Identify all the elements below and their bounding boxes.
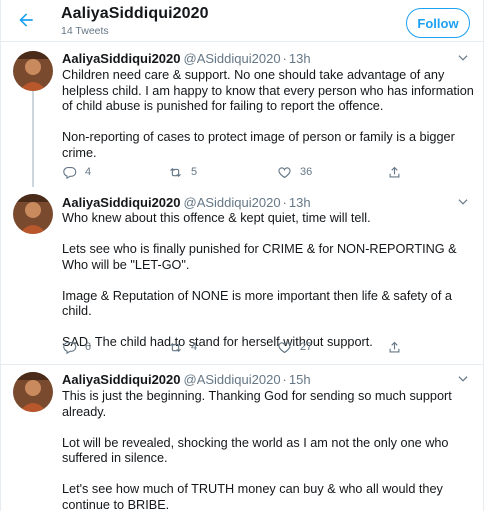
display-name[interactable]: AaliyaSiddiqui2020 [62,51,181,66]
tweet-paragraph: Image & Reputation of NONE is more impor… [62,288,452,319]
tweet-text: Children need care & support. No one sho… [62,68,474,161]
reply-button[interactable]: 4 [62,164,91,180]
reply-count: 4 [85,166,92,178]
timestamp[interactable]: 13h [289,51,311,66]
reply-icon [63,341,77,354]
tweet-paragraph: Children need care & support. No one sho… [62,68,474,113]
back-arrow-icon [19,13,33,27]
tweet-paragraph: Lets see who is finally punished for CRI… [62,242,457,272]
retweet-icon [170,167,181,177]
timestamp[interactable]: 13h [289,195,311,210]
avatar-image [13,194,53,234]
tweet[interactable]: AaliyaSiddiqui2020 @ASiddiqui2020 · 13h Who… [1,187,483,365]
tweet-paragraph: Non-reporting of cases to protect image … [62,130,455,160]
retweet-icon [170,342,181,352]
share-icon [389,166,400,177]
display-name[interactable]: AaliyaSiddiqui2020 [62,372,181,387]
separator-dot: · [282,195,287,210]
back-button[interactable] [11,5,41,35]
chevron-down-icon[interactable] [456,195,470,209]
tweet-text: Who knew about this offence & kept quiet… [62,211,474,351]
avatar[interactable] [13,51,53,91]
like-count: 36 [300,166,313,178]
tweet-actions: 6 4 27 [62,339,422,355]
retweet-count: 5 [191,166,198,178]
tweet-text: This is just the beginning. Thanking God… [62,389,474,511]
display-name[interactable]: AaliyaSiddiqui2020 [62,195,181,210]
tweet-header: AaliyaSiddiqui2020 @ASiddiqui2020 · 15h [62,372,311,388]
separator-dot: · [282,51,287,66]
avatar-image [13,372,53,412]
chevron-down-icon[interactable] [456,51,470,65]
profile-timeline: AaliyaSiddiqui2020 14 Tweets Follow Aali… [0,0,484,511]
separator-dot: · [282,372,287,387]
like-count: 27 [300,341,313,353]
user-handle[interactable]: @ASiddiqui2020 [184,195,281,210]
share-icon [389,341,400,352]
tweet-paragraph: Let's see how much of TRUTH money can bu… [62,482,443,511]
heart-icon [278,341,291,353]
share-button[interactable] [387,164,402,180]
chevron-down-icon[interactable] [456,372,470,386]
avatar[interactable] [13,194,53,234]
like-button[interactable]: 36 [277,164,312,180]
tweet[interactable]: AaliyaSiddiqui2020 @ASiddiqui2020 · 13h Chi… [1,43,483,187]
like-button[interactable]: 27 [277,339,312,355]
avatar-image [13,51,53,91]
reply-button[interactable]: 6 [62,339,91,355]
tweet-header: AaliyaSiddiqui2020 @ASiddiqui2020 · 13h [62,195,311,211]
page-title: AaliyaSiddiqui2020 [61,5,209,22]
retweet-count: 4 [191,341,198,353]
retweet-button[interactable]: 5 [168,164,197,180]
tweet-paragraph: Who knew about this offence & kept quiet… [62,211,371,225]
tweet[interactable]: AaliyaSiddiqui2020 @ASiddiqui2020 · 15h Thi… [1,366,483,511]
tweet-header: AaliyaSiddiqui2020 @ASiddiqui2020 · 13h [62,51,311,67]
tweet-actions: 4 5 36 [62,164,422,180]
timestamp[interactable]: 15h [289,372,311,387]
follow-button[interactable]: Follow [406,8,470,38]
user-handle[interactable]: @ASiddiqui2020 [184,51,281,66]
tweet-paragraph: This is just the beginning. Thanking God… [62,389,452,419]
retweet-button[interactable]: 4 [168,339,197,355]
share-button[interactable] [387,339,402,355]
profile-header: AaliyaSiddiqui2020 14 Tweets Follow [1,0,483,42]
user-handle[interactable]: @ASiddiqui2020 [184,372,281,387]
reply-icon [63,166,77,179]
heart-icon [278,166,291,178]
avatar[interactable] [13,372,53,412]
reply-count: 6 [85,341,92,353]
tweet-count: 14 Tweets [61,25,109,37]
tweet-paragraph: Lot will be revealed, shocking the world… [62,435,449,466]
thread-line [32,87,34,187]
